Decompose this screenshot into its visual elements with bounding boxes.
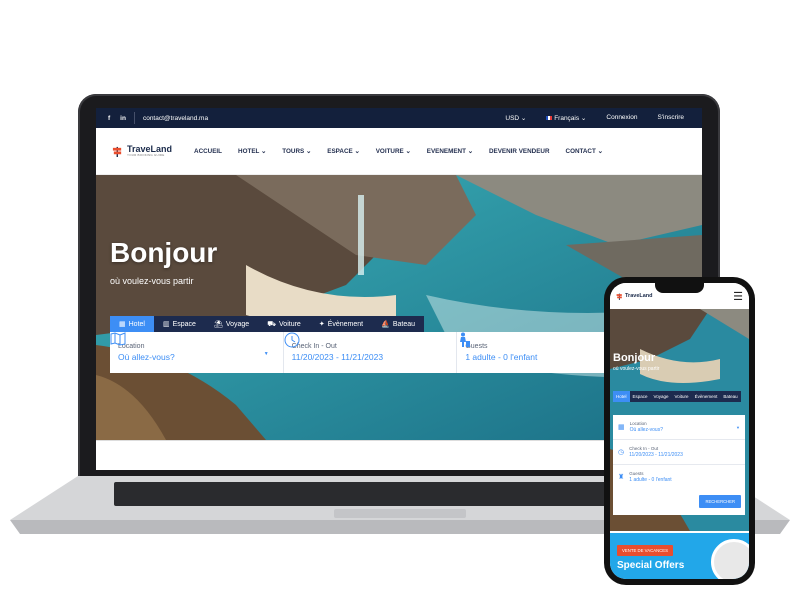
hamburger-menu-icon[interactable]: ☰ — [733, 290, 743, 303]
traveler-luggage-icon: ♜ — [618, 474, 625, 481]
divider — [133, 112, 135, 124]
phone-tab-evenement[interactable]: Évènement — [691, 391, 721, 402]
search-form: Location Où allez-vous? ▼ Check In - Out… — [110, 332, 630, 373]
phone-guests-value[interactable]: 1 adulte - 0 l'enfant — [629, 477, 671, 483]
car-icon: ⛟ — [267, 320, 277, 328]
special-offers-banner[interactable]: VENTE DE VACANCES Special Offers — [610, 533, 749, 579]
phone-checkin-value[interactable]: 11/20/2023 - 11/21/2023 — [629, 452, 683, 458]
phone-tab-voyage[interactable]: Voyage — [650, 391, 672, 402]
phone-screen: TraveLand ☰ Bonjour où voulez-vous parti… — [610, 283, 749, 579]
phone-notch — [655, 283, 704, 293]
phone-tab-hotel[interactable]: Hotel — [613, 391, 630, 402]
phone-guests-label: Guests — [629, 471, 644, 476]
main-nav: TraveLand YOUR BOOKING GUIDE ACCUEIL HOT… — [96, 128, 702, 175]
hero-title: Bonjour — [110, 237, 218, 268]
phone-checkin-field[interactable]: ◷ Check In - Out 11/20/2023 - 11/21/2023 — [613, 440, 745, 465]
ticket-icon: ✦ — [318, 321, 325, 328]
clock-icon: ◷ — [618, 449, 625, 456]
location-value[interactable]: Où allez-vous? — [118, 352, 175, 362]
linkedin-icon[interactable]: in — [120, 115, 126, 122]
menu-accueil[interactable]: ACCUEIL — [194, 148, 222, 155]
language-select[interactable]: Français ⌄ — [546, 114, 586, 122]
hotel-icon: ▦ — [119, 321, 126, 328]
signpost-icon — [616, 293, 622, 300]
tab-evenement[interactable]: ✦ Évènement — [309, 316, 373, 332]
menu-contact[interactable]: CONTACT ⌄ — [566, 148, 603, 155]
france-flag-icon — [546, 116, 553, 121]
phone-hero: Bonjour où voulez-vous partir Hotel Espa… — [610, 309, 749, 531]
boat-icon: ⛵ — [381, 321, 390, 328]
phone-location-field[interactable]: ▦ Location Où allez-vous? ▼ — [613, 415, 745, 440]
building-icon: ▥ — [162, 321, 170, 328]
checkin-value[interactable]: 11/20/2023 - 11/21/2023 — [292, 352, 383, 362]
promo-title: Special Offers — [617, 560, 685, 571]
location-field[interactable]: Location Où allez-vous? ▼ — [110, 332, 284, 373]
traveler-luggage-icon — [460, 332, 471, 347]
phone-logo[interactable]: TraveLand — [616, 293, 653, 300]
menu-tours[interactable]: TOURS ⌄ — [282, 148, 311, 155]
menu-devenir-vendeur[interactable]: DEVENIR VENDEUR — [489, 148, 550, 155]
phone-logo-name: TraveLand — [625, 293, 653, 299]
menu-voiture[interactable]: VOITURE ⌄ — [376, 148, 411, 155]
menu-espace[interactable]: ESPACE ⌄ — [327, 148, 359, 155]
login-link[interactable]: Connexion — [606, 114, 637, 122]
phone-search-tabs: Hotel Espace Voyage Voiture Évènement Ba… — [613, 391, 741, 402]
checkin-label: Check In - Out — [291, 343, 337, 350]
phone-search-form: ▦ Location Où allez-vous? ▼ ◷ Check In - … — [613, 415, 745, 515]
promo-badge: VENTE DE VACANCES — [617, 545, 674, 556]
contact-email[interactable]: contact@traveland.ma — [143, 115, 208, 122]
caret-down-icon[interactable]: ▼ — [264, 351, 269, 357]
phone-tab-bateau[interactable]: Bateau — [720, 391, 741, 402]
currency-select[interactable]: USD ⌄ — [505, 114, 526, 122]
tab-voyage[interactable]: ⛱ Voyage — [204, 316, 259, 332]
facebook-icon[interactable]: f — [108, 115, 110, 122]
traveler-icon: ⛱ — [213, 321, 223, 328]
map-icon: ▦ — [618, 424, 625, 431]
phone-tab-espace[interactable]: Espace — [629, 391, 651, 402]
guests-label: Guests — [465, 343, 488, 350]
phone-tab-voiture[interactable]: Voiture — [671, 391, 692, 402]
tab-espace[interactable]: ▥ Espace — [153, 316, 205, 332]
phone-location-label: Location — [629, 421, 647, 426]
menu-evenement[interactable]: EVENEMENT ⌄ — [427, 148, 473, 155]
location-label: Location — [118, 343, 145, 350]
phone-hero-title: Bonjour — [613, 352, 656, 364]
tab-voiture[interactable]: ⛟ Voiture — [258, 316, 310, 332]
signpost-icon — [112, 146, 122, 157]
search-button[interactable]: RECHERCHER — [699, 495, 741, 508]
menu-hotel[interactable]: HOTEL ⌄ — [238, 148, 266, 155]
phone-hero-subtitle: où voulez-vous partir — [613, 366, 660, 372]
checkin-field[interactable]: Check In - Out 11/20/2023 - 11/21/2023 — [284, 332, 458, 373]
hero-subtitle: où voulez-vous partir — [110, 276, 194, 286]
clock-icon — [284, 332, 300, 348]
caret-down-icon[interactable]: ▼ — [736, 425, 740, 430]
phone-checkin-label: Check In - Out — [629, 446, 659, 451]
tab-hotel[interactable]: ▦ Hotel — [110, 316, 154, 332]
search-tabs: ▦ Hotel ▥ Espace ⛱ Voyage ⛟ Voiture ✦ Évèneme… — [110, 316, 425, 332]
guests-value[interactable]: 1 adulte - 0 l'enfant — [465, 352, 537, 362]
logo[interactable]: TraveLand YOUR BOOKING GUIDE — [112, 145, 172, 157]
register-link[interactable]: S'inscrire — [657, 114, 684, 122]
phone-location-value[interactable]: Où allez-vous? — [630, 427, 663, 433]
top-bar: f in contact@traveland.ma USD ⌄ Français… — [96, 108, 702, 128]
phone-guests-field[interactable]: ♜ Guests 1 adulte - 0 l'enfant — [613, 465, 745, 489]
logo-tagline: YOUR BOOKING GUIDE — [127, 153, 165, 157]
map-icon — [110, 332, 126, 346]
promo-image — [711, 539, 749, 579]
tab-bateau[interactable]: ⛵ Bateau — [372, 316, 425, 332]
